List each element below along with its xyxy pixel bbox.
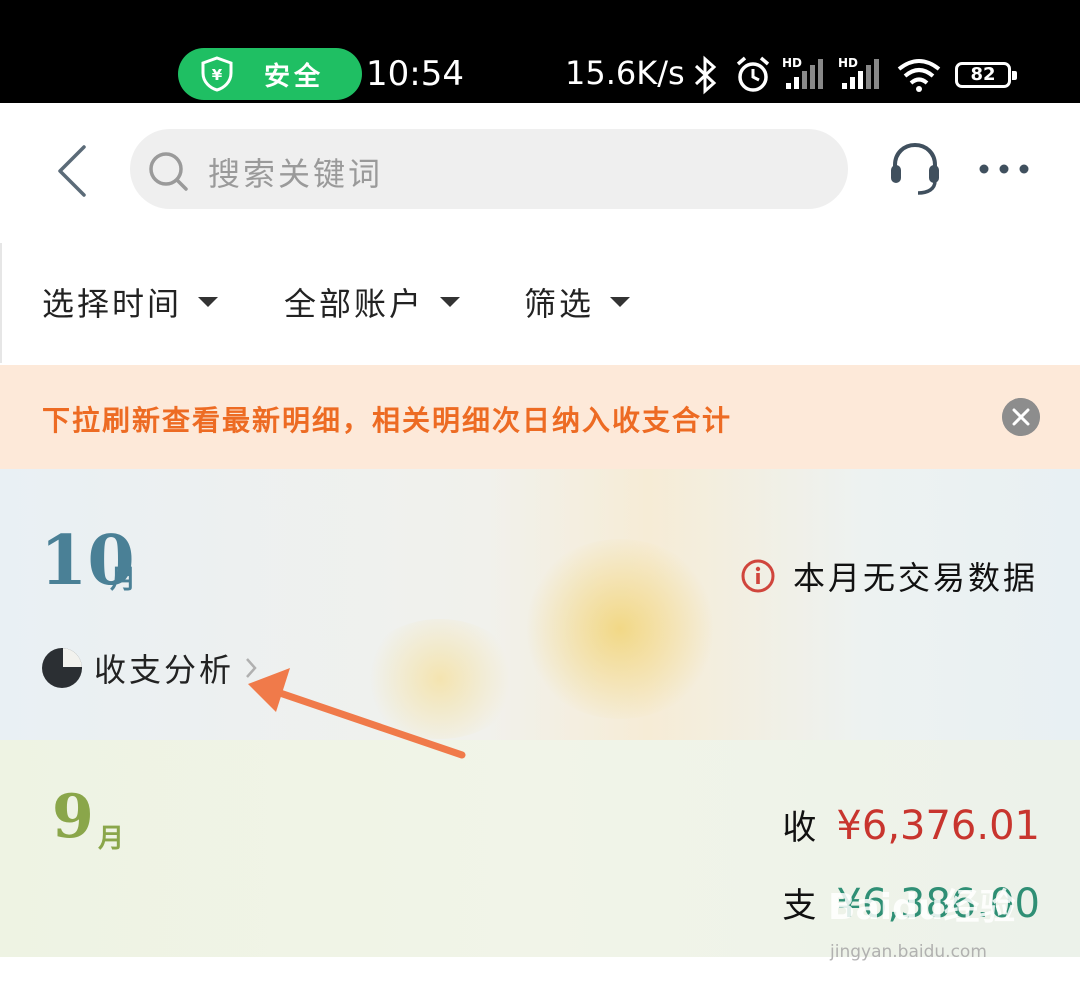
search-input[interactable]: 搜索关键词 [130,129,848,209]
battery-icon: 82 [955,62,1017,88]
safe-label: 安全 [264,61,325,92]
no-data-status: 本月无交易数据 [741,553,1038,599]
back-icon[interactable] [52,143,92,199]
watermark-logo: Baidu经验 [828,887,1016,928]
headset-icon[interactable] [888,139,942,199]
svg-text:HD: HD [782,56,802,70]
background-flower [360,619,520,739]
expense-label: 支 [782,886,817,926]
income-label: 收 [782,808,817,848]
notice-text: 下拉刷新查看最新明细，相关明细次日纳入收支合计 [42,404,733,437]
watermark-url: jingyan.baidu.com [830,942,987,962]
close-icon[interactable] [1002,398,1040,436]
alarm-icon [736,56,770,92]
more-icon[interactable] [978,159,1030,179]
shield-yuan-icon: ¥ [201,56,233,92]
clock: 10:54 [366,54,464,94]
analysis-label: 收支分析 [94,651,235,689]
svg-text:HD: HD [838,56,858,70]
month-number: 9 [52,782,94,852]
caret-down-icon [610,297,631,307]
filter-account[interactable]: 全部账户 [284,279,461,325]
month-unit: 月 [98,824,125,854]
filter-bar: 选择时间 全部账户 筛选 [0,243,1080,363]
wifi-icon [897,59,941,92]
search-icon [149,152,188,191]
income-row: 收 ¥6,376.01 [782,800,1040,849]
pie-chart-icon [42,648,82,688]
caret-down-icon [440,297,461,307]
month-card-october[interactable]: 10 月 本月无交易数据 收支分析 [0,469,1080,740]
svg-text:¥: ¥ [212,66,223,84]
no-data-text: 本月无交易数据 [792,559,1038,597]
info-icon [741,559,775,593]
filter-label: 筛选 [524,285,595,323]
safe-badge[interactable]: ¥ 安全 [178,48,362,100]
filter-label: 选择时间 [42,285,183,323]
filter-time[interactable]: 选择时间 [42,279,219,325]
search-placeholder: 搜索关键词 [208,155,384,193]
month-unit: 月 [110,565,137,595]
background-flower [520,539,720,719]
income-amount: ¥6,376.01 [836,803,1040,849]
income-expense-analysis-link[interactable]: 收支分析 [40,645,258,691]
filter-label: 全部账户 [284,285,425,323]
bluetooth-icon [694,55,717,95]
chevron-right-icon [246,658,257,678]
refresh-notice: 下拉刷新查看最新明细，相关明细次日纳入收支合计 [0,365,1080,469]
signal-hd-icon: HD [838,56,879,89]
network-speed: 15.6K/s [565,54,685,92]
caret-down-icon [198,297,219,307]
top-bar: 搜索关键词 [0,103,1080,243]
filter-screen[interactable]: 筛选 [524,279,631,325]
signal-hd-icon: HD [782,56,823,89]
status-bar: ¥ 安全 10:54 15.6K/s HD HD 82 [0,0,1080,103]
